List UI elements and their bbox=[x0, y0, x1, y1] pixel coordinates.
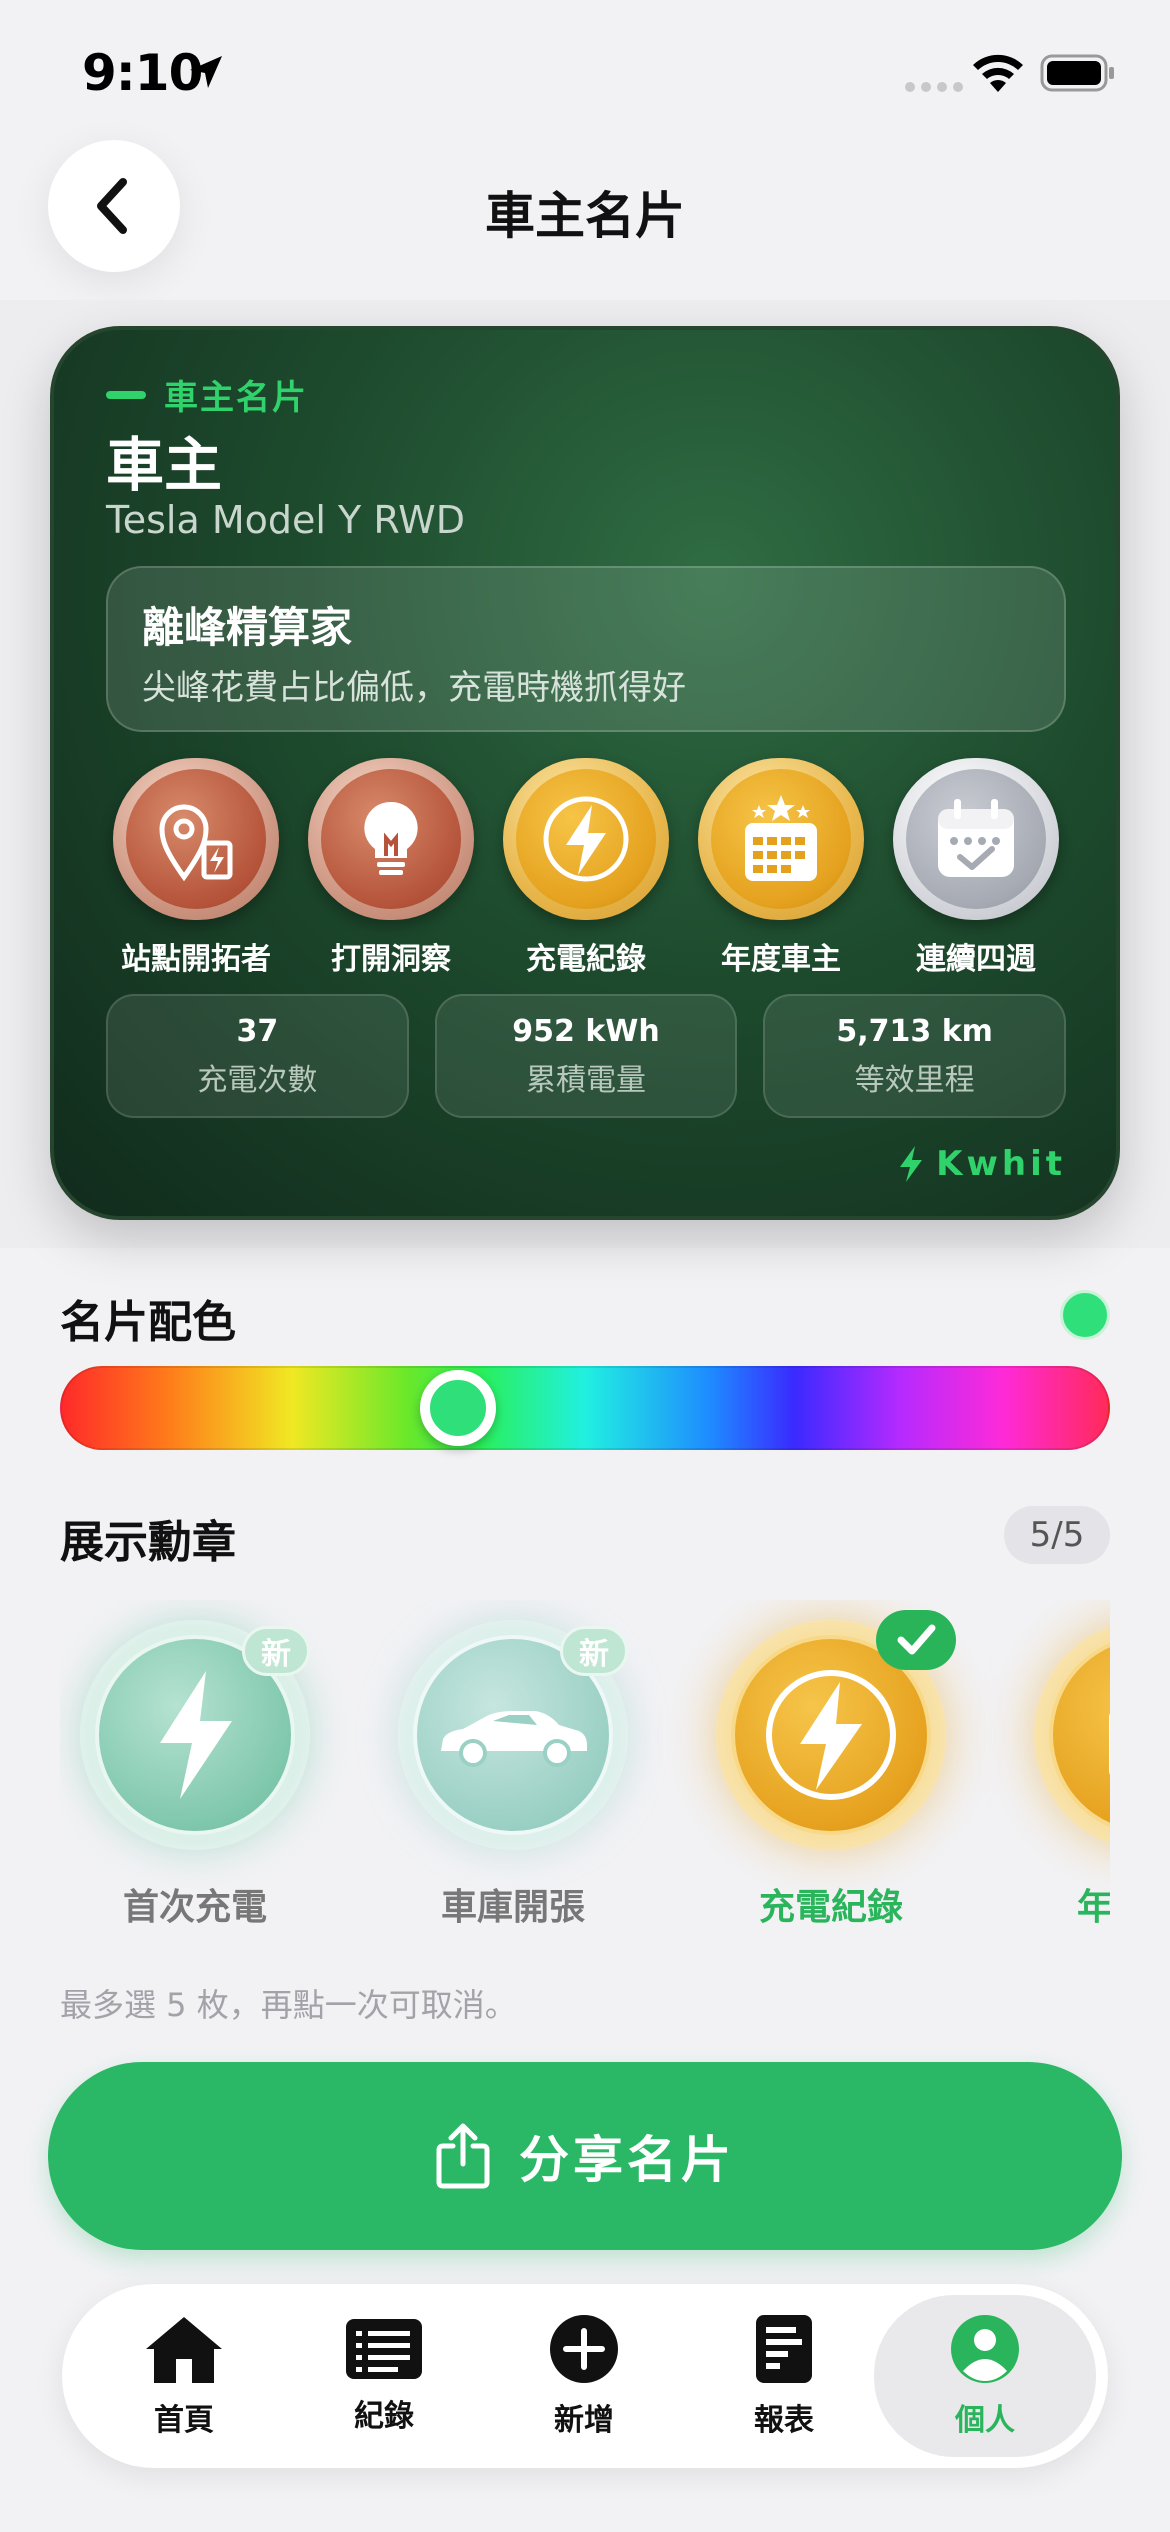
tab-add[interactable]: 新增 bbox=[484, 2284, 684, 2468]
new-badge: 新 bbox=[560, 1626, 628, 1676]
status-bar: 9:10 bbox=[0, 0, 1170, 150]
card-badge: 站點開拓者 bbox=[106, 758, 286, 978]
tab-home[interactable]: 首頁 bbox=[84, 2284, 284, 2468]
stat-label: 累積電量 bbox=[526, 1062, 646, 1098]
lightning-bolt-icon bbox=[766, 1670, 896, 1800]
share-button-label: 分享名片 bbox=[519, 2131, 735, 2189]
medal-garage-open[interactable]: 新 車庫開張 bbox=[378, 1600, 678, 1940]
medal-first-charge[interactable]: 新 首次充電 bbox=[60, 1600, 360, 1940]
tab-reports[interactable]: 報表 bbox=[684, 2284, 884, 2468]
card-badge-label: 連續四週 bbox=[916, 942, 1036, 977]
plus-circle-icon bbox=[550, 2315, 618, 2383]
persona-description: 尖峰花費占比偏低，充電時機抓得好 bbox=[142, 668, 686, 708]
location-arrow-icon bbox=[190, 56, 222, 88]
owner-card: 車主名片 車主 Tesla Model Y RWD 離峰精算家 尖峰花費占比偏低… bbox=[50, 326, 1120, 1220]
card-badge-label: 站點開拓者 bbox=[121, 942, 271, 977]
lightning-bolt-icon bbox=[543, 796, 629, 882]
brand-logo: Kwhit bbox=[896, 1144, 1066, 1184]
tab-label: 新增 bbox=[554, 2403, 614, 2438]
tab-label: 報表 bbox=[754, 2403, 814, 2438]
medal-label: 充電紀錄 bbox=[758, 1887, 903, 1928]
calendar-stars-icon bbox=[745, 795, 817, 881]
card-badge-label: 打開洞察 bbox=[331, 942, 451, 977]
medal-annual-owner[interactable]: 年度車主 bbox=[1014, 1600, 1110, 1940]
calendar-check-icon bbox=[938, 799, 1014, 877]
card-badge: 充電紀錄 bbox=[496, 758, 676, 978]
selected-color-swatch bbox=[1060, 1290, 1110, 1340]
card-badge: 打開洞察 bbox=[301, 758, 481, 978]
card-badge: 年度車主 bbox=[691, 758, 871, 978]
medals-section-title: 展示勳章 bbox=[60, 1517, 236, 1568]
card-tag: 車主名片 bbox=[106, 370, 308, 419]
status-time: 9:10 bbox=[82, 44, 203, 102]
stat-equivalent-distance: 5,713 km 等效里程 bbox=[763, 994, 1067, 1118]
stat-total-energy: 952 kWh 累積電量 bbox=[434, 994, 738, 1118]
home-icon bbox=[146, 2317, 222, 2383]
list-icon bbox=[346, 2319, 422, 2379]
selected-check-badge bbox=[876, 1610, 956, 1670]
brand-name: Kwhit bbox=[936, 1144, 1066, 1184]
share-icon bbox=[436, 2123, 490, 2189]
lightbulb-icon bbox=[364, 801, 418, 875]
tag-bar bbox=[106, 390, 146, 399]
stat-label: 充電次數 bbox=[197, 1062, 318, 1098]
cellular-signal-icon bbox=[905, 82, 963, 92]
tab-profile[interactable]: 個人 bbox=[874, 2295, 1096, 2457]
checkmark-icon bbox=[897, 1624, 936, 1655]
wifi-icon bbox=[973, 54, 1023, 92]
card-badge: 連續四週 bbox=[886, 758, 1066, 978]
card-badges: 站點開拓者 打開洞察 充電紀錄 年度車主 連續四週 bbox=[106, 758, 1066, 978]
card-role: 車主 bbox=[106, 431, 223, 499]
new-badge: 新 bbox=[242, 1626, 310, 1676]
map-pin-charger-icon bbox=[159, 804, 233, 882]
stat-value: 5,713 km bbox=[836, 1013, 993, 1049]
stat-label: 等效里程 bbox=[854, 1062, 975, 1098]
share-card-button[interactable]: 分享名片 bbox=[48, 2062, 1122, 2250]
card-badge-label: 充電紀錄 bbox=[526, 942, 646, 977]
color-section-title: 名片配色 bbox=[60, 1297, 236, 1348]
persona-box: 離峰精算家 尖峰花費占比偏低，充電時機抓得好 bbox=[106, 566, 1066, 732]
card-stats: 37 充電次數 952 kWh 累積電量 5,713 km 等效里程 bbox=[106, 994, 1067, 1118]
medal-charging-record[interactable]: 充電紀錄 bbox=[696, 1600, 996, 1940]
persona-title: 離峰精算家 bbox=[142, 603, 353, 652]
calendar-icon bbox=[1109, 1713, 1110, 1775]
stat-value: 952 kWh bbox=[512, 1013, 660, 1049]
battery-icon bbox=[1040, 54, 1114, 92]
tab-label: 紀錄 bbox=[354, 2399, 414, 2434]
bolt-logo-icon bbox=[900, 1146, 923, 1182]
medal-count-badge: 5/5 bbox=[1004, 1506, 1110, 1564]
tab-records[interactable]: 紀錄 bbox=[284, 2284, 484, 2468]
hue-slider-track[interactable] bbox=[60, 1366, 1110, 1450]
page-title: 車主名片 bbox=[485, 187, 685, 245]
card-badge-label: 年度車主 bbox=[721, 942, 841, 977]
person-icon bbox=[951, 2315, 1019, 2383]
medal-hint: 最多選 5 枚，再點一次可取消。 bbox=[60, 1986, 517, 2024]
stat-value: 37 bbox=[236, 1013, 279, 1049]
medal-carousel[interactable]: 新 首次充電 新 車庫開張 充電紀錄 年 bbox=[60, 1600, 1110, 1940]
medal-label: 年度車主 bbox=[1076, 1887, 1110, 1928]
medal-label: 車庫開張 bbox=[440, 1887, 585, 1928]
lightning-bolt-icon bbox=[160, 1671, 232, 1799]
stat-charge-count: 37 充電次數 bbox=[106, 994, 409, 1118]
tab-label: 首頁 bbox=[154, 2403, 214, 2438]
tab-bar: 首頁 紀錄 新增 報表 個人 bbox=[62, 2284, 1108, 2468]
hue-slider-thumb[interactable] bbox=[420, 1370, 496, 1446]
card-car-model: Tesla Model Y RWD bbox=[106, 498, 466, 542]
car-icon bbox=[441, 1711, 587, 1767]
card-tag-label: 車主名片 bbox=[164, 378, 308, 418]
tab-label: 個人 bbox=[955, 2403, 1015, 2438]
report-icon bbox=[756, 2315, 812, 2383]
medal-label: 首次充電 bbox=[122, 1887, 267, 1928]
